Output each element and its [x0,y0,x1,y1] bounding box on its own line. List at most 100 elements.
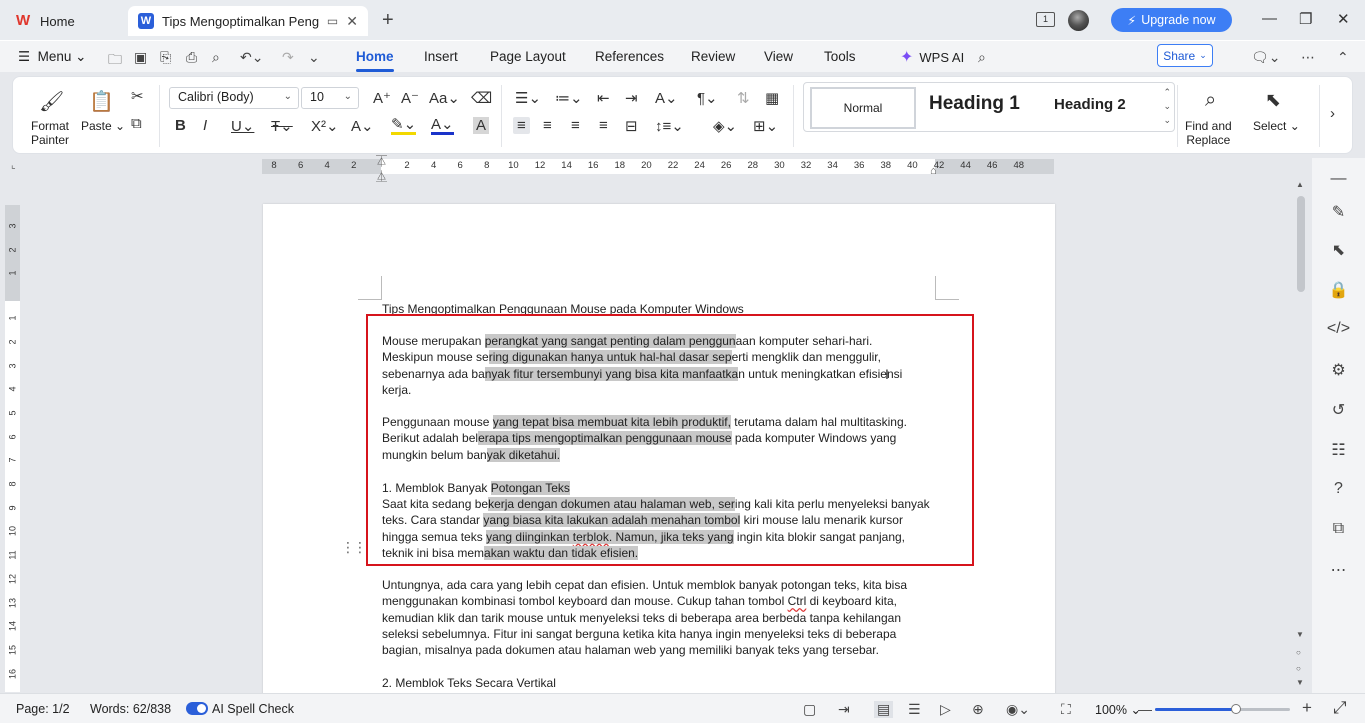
style-heading-1[interactable]: Heading 1 [929,93,1020,115]
superscript-icon[interactable]: X²⌄ [311,117,339,135]
scroll-thumb[interactable] [1297,196,1305,292]
paste-button[interactable]: Paste ⌄ [81,119,125,133]
find-replace-button[interactable]: Find and Replace [1185,119,1232,147]
zoom-slider[interactable] [1155,704,1290,714]
select-button[interactable]: Select ⌄ [1253,119,1300,133]
document-tools-icon[interactable]: ⧉ [1312,520,1365,538]
find-replace-icon[interactable]: ⌕ [1205,89,1216,112]
zoom-out-icon[interactable]: — [1138,701,1152,717]
borders-icon[interactable]: ⊞⌄ [753,117,778,135]
tab-menu-page-layout[interactable]: Page Layout [490,49,566,64]
left-indent-marker[interactable]: ⏅ [376,168,387,184]
decrease-font-icon[interactable]: A⁻ [401,89,419,107]
open-folder-icon[interactable]: 🗀 [108,49,122,73]
prev-page-icon[interactable]: ○ [1296,648,1301,657]
redo-icon[interactable]: ↷ [282,49,294,66]
print-icon[interactable]: ⎙ [186,49,197,66]
upgrade-button[interactable]: ⚡ Upgrade now [1111,8,1232,32]
web-layout-icon[interactable]: ⊕ [972,701,984,718]
customize-chevron-icon[interactable]: ⌄ [308,49,320,66]
collapse-panel-icon[interactable]: — [1312,170,1365,188]
save-icon[interactable]: ▣ [134,49,147,66]
page-mode-icon[interactable]: ▢ [803,701,816,718]
print-preview-icon[interactable]: ⌕ [212,49,220,66]
copy-icon[interactable]: ⧉ [131,115,142,132]
zoom-slider-knob[interactable] [1231,704,1241,714]
format-painter-icon[interactable]: 🖌 [39,89,64,114]
right-indent-marker[interactable]: ⌂ [930,165,937,177]
align-right-icon[interactable]: ≡ [571,117,580,134]
lock-icon[interactable]: 🔒 [1312,280,1365,300]
italic-icon[interactable]: I [203,117,207,134]
increase-indent-icon[interactable]: ⇥ [625,89,638,107]
export-pdf-icon[interactable]: ⎘ [160,49,171,66]
more-options-icon[interactable]: ⋯ [1301,49,1315,66]
pen-icon[interactable]: ✎ [1312,202,1365,222]
search-icon[interactable]: ⌕ [978,49,986,66]
focus-mode-icon[interactable]: ⇥ [838,701,850,718]
monitor-icon[interactable]: ▭ [327,14,338,28]
close-window-icon[interactable]: ✕ [1337,10,1350,28]
bold-icon[interactable]: B [175,117,186,134]
help-icon[interactable]: ? [1312,480,1365,498]
vertical-ruler[interactable]: 3 2 1 1 2 3 4 5 6 7 8 9 10 11 12 13 14 15 16 [5,205,20,692]
show-marks-icon[interactable]: ¶⌄ [697,89,718,107]
table-borders-icon[interactable]: ▦ [765,89,779,107]
wps-ai-button[interactable]: ✦ WPS AI [900,47,964,67]
style-normal[interactable]: Normal [810,87,916,129]
scroll-down-icon[interactable]: ▼ [1296,630,1304,639]
word-count[interactable]: Words: 62/838 [90,702,171,716]
new-tab-button[interactable]: + [382,9,394,32]
close-tab-icon[interactable]: ✕ [346,13,358,30]
undo-icon[interactable]: ↶⌄ [240,49,263,66]
ribbon-next-icon[interactable]: › [1330,105,1335,122]
collapse-ribbon-icon[interactable]: ⌃ [1337,49,1349,66]
numbered-list-icon[interactable]: ≔⌄ [555,89,583,107]
fullscreen-icon[interactable]: ⤢ [1333,698,1347,718]
outline-view-icon[interactable]: ☰ [908,701,921,718]
change-case-icon[interactable]: Aa⌄ [429,89,460,107]
tab-menu-tools[interactable]: Tools [824,49,856,64]
paragraph-4[interactable]: Untungnya, ada cara yang lebih cepat dan… [382,577,942,658]
cut-icon[interactable]: ✂ [131,87,144,105]
tab-menu-insert[interactable]: Insert [424,49,458,64]
zoom-in-icon[interactable]: + [1302,698,1312,718]
tab-menu-review[interactable]: Review [691,49,735,64]
read-mode-icon[interactable]: ▷ [940,701,951,718]
history-icon[interactable]: ↺ [1312,400,1365,420]
font-name-select[interactable]: Calibri (Body) ⌄ [169,87,299,109]
bullet-list-icon[interactable]: ☰⌄ [515,89,541,107]
outline-icon[interactable]: ☷ [1312,440,1365,460]
tab-stop-icon[interactable]: ⌞ [11,160,16,171]
sort-icon[interactable]: ⇅ [737,89,750,107]
font-color-icon[interactable]: A⌄ [431,117,454,135]
tab-menu-view[interactable]: View [764,49,793,64]
font-size-select[interactable]: 10 ⌄ [301,87,359,109]
line-spacing-icon[interactable]: ↕≡⌄ [655,117,684,135]
align-center-icon[interactable]: ≡ [543,117,552,134]
avatar[interactable] [1068,10,1089,31]
page-indicator[interactable]: Page: 1/2 [16,702,70,716]
more-panel-icon[interactable]: ⋯ [1312,560,1365,580]
cursor-icon[interactable]: ⬉ [1312,240,1365,260]
tab-menu-home[interactable]: Home [356,49,394,64]
zoom-level-select[interactable]: 100% ⌄ [1095,702,1141,717]
decrease-indent-icon[interactable]: ⇤ [597,89,610,107]
share-button[interactable]: Share ⌄ [1157,44,1213,67]
code-icon[interactable]: </> [1312,320,1365,338]
styles-scroll-icon[interactable]: ⌃ ⌄ ⌄ [1163,85,1171,127]
comment-icon[interactable]: 🗨⌄ [1251,49,1281,66]
tab-menu-references[interactable]: References [595,49,664,64]
align-left-icon[interactable]: ≡ [513,117,530,134]
distribute-icon[interactable]: ⊟ [625,117,638,135]
drag-handle-icon[interactable]: ⋮⋮ [341,540,367,554]
sliders-icon[interactable]: ⚙ [1312,360,1365,380]
section-heading-2[interactable]: 2. Memblok Teks Secara Vertikal [382,675,942,691]
text-effect-icon[interactable]: A⌄ [351,117,374,135]
scroll-up-icon[interactable]: ▲ [1296,180,1304,189]
print-layout-icon[interactable]: ▤ [874,701,894,718]
increase-font-icon[interactable]: A⁺ [373,89,391,107]
tab-document[interactable]: W Tips Mengoptimalkan Penggunaan ▭ ✕ [128,6,368,36]
restore-icon[interactable]: ❐ [1299,10,1312,28]
style-heading-2[interactable]: Heading 2 [1054,96,1126,113]
